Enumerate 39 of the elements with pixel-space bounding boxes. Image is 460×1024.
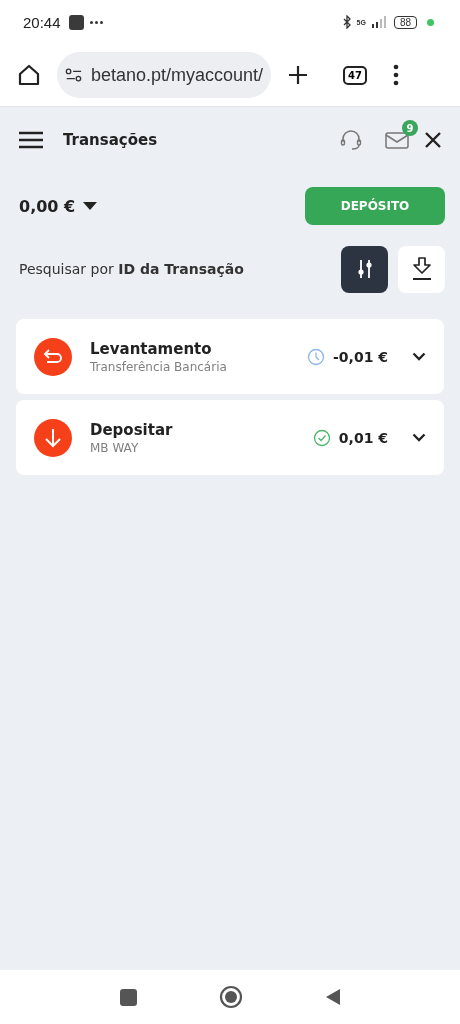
site-settings-icon[interactable] [65, 67, 83, 83]
transaction-amount: -0,01 € [333, 348, 388, 365]
menu-icon[interactable] [19, 131, 43, 149]
tab-count-button[interactable]: 47 [343, 65, 367, 85]
more-notifications-icon [89, 20, 103, 24]
home-button-icon[interactable] [218, 985, 243, 1009]
caret-icon[interactable] [83, 201, 98, 211]
transaction-title: Depositar [90, 420, 173, 439]
transaction-amount: 0,01 € [338, 429, 388, 446]
address-bar[interactable]: betano.pt/myaccount/ [57, 52, 271, 98]
privacy-dot-icon [427, 18, 434, 26]
new-tab-icon[interactable] [287, 64, 309, 86]
mail-icon[interactable] [385, 131, 409, 149]
download-icon [411, 257, 432, 281]
filter-button[interactable] [341, 245, 388, 293]
balance-amount: 0,00 € [19, 196, 76, 216]
app-notification-icon [68, 14, 84, 30]
bluetooth-icon [342, 15, 351, 29]
chevron-down-icon[interactable] [412, 433, 426, 442]
recents-icon[interactable] [119, 988, 137, 1006]
close-icon[interactable] [425, 132, 441, 148]
search-transaction-link[interactable]: Pesquisar por ID da Transação [19, 261, 244, 277]
menu-icon[interactable] [392, 64, 399, 86]
transaction-card[interactable]: Depositar MB WAY 0,01 € [16, 400, 444, 475]
unread-badge: 9 [402, 120, 418, 136]
transaction-title: Levantamento [90, 339, 213, 358]
transaction-card[interactable]: Levantamento Transferência Bancária -0,01 € [16, 319, 444, 394]
home-icon[interactable] [17, 63, 41, 87]
battery-level: 88 [393, 15, 417, 29]
transaction-method: Transferência Bancária [90, 359, 227, 374]
chevron-down-icon[interactable] [412, 352, 426, 361]
sliders-icon [356, 259, 373, 279]
page-title: Transações [63, 131, 158, 149]
transaction-method: MB WAY [90, 440, 140, 455]
signal-icon [371, 16, 388, 28]
status-time: 20:44 [23, 13, 61, 31]
back-icon[interactable] [324, 988, 341, 1006]
headset-icon[interactable] [339, 128, 363, 152]
download-button[interactable] [398, 245, 445, 293]
